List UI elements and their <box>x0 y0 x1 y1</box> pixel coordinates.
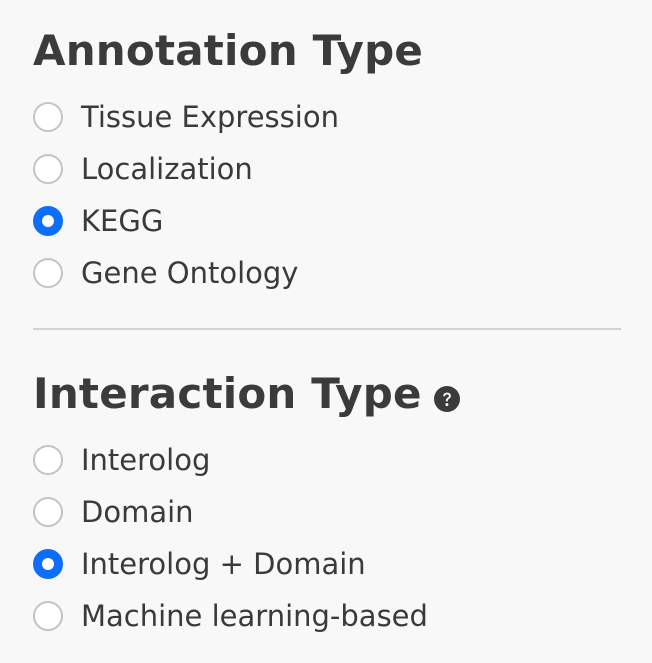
annotation-type-heading: Annotation Type <box>33 30 423 72</box>
option-label: Gene Ontology <box>81 255 299 290</box>
interaction-type-title: Interaction Type <box>33 369 422 418</box>
interaction-type-heading: Interaction Type <box>33 373 460 415</box>
question-circle-icon[interactable] <box>433 386 460 412</box>
option-label: Machine learning-based <box>81 598 428 633</box>
interaction-option-interolog-domain[interactable]: Interolog + Domain <box>33 538 428 590</box>
radio-button-selected[interactable] <box>33 549 63 579</box>
annotation-option-kegg[interactable]: KEGG <box>33 195 339 247</box>
interaction-option-machine-learning[interactable]: Machine learning-based <box>33 590 428 642</box>
option-label: Interolog + Domain <box>81 546 366 581</box>
option-label: Tissue Expression <box>81 99 339 134</box>
radio-button[interactable] <box>33 497 63 527</box>
interaction-type-radio-group: Interolog Domain Interolog + Domain Mach… <box>33 434 428 642</box>
option-label: Localization <box>81 151 253 186</box>
annotation-type-radio-group: Tissue Expression Localization KEGG Gene… <box>33 91 339 299</box>
radio-button[interactable] <box>33 102 63 132</box>
radio-button[interactable] <box>33 154 63 184</box>
radio-button[interactable] <box>33 445 63 475</box>
interaction-option-domain[interactable]: Domain <box>33 486 428 538</box>
radio-button-selected[interactable] <box>33 206 63 236</box>
radio-button[interactable] <box>33 601 63 631</box>
section-divider <box>33 328 621 330</box>
annotation-option-tissue-expression[interactable]: Tissue Expression <box>33 91 339 143</box>
option-label: KEGG <box>81 203 164 238</box>
annotation-type-title: Annotation Type <box>33 26 424 75</box>
annotation-option-gene-ontology[interactable]: Gene Ontology <box>33 247 339 299</box>
option-label: Domain <box>81 494 194 529</box>
radio-button[interactable] <box>33 258 63 288</box>
option-label: Interolog <box>81 442 211 477</box>
interaction-option-interolog[interactable]: Interolog <box>33 434 428 486</box>
annotation-option-localization[interactable]: Localization <box>33 143 339 195</box>
